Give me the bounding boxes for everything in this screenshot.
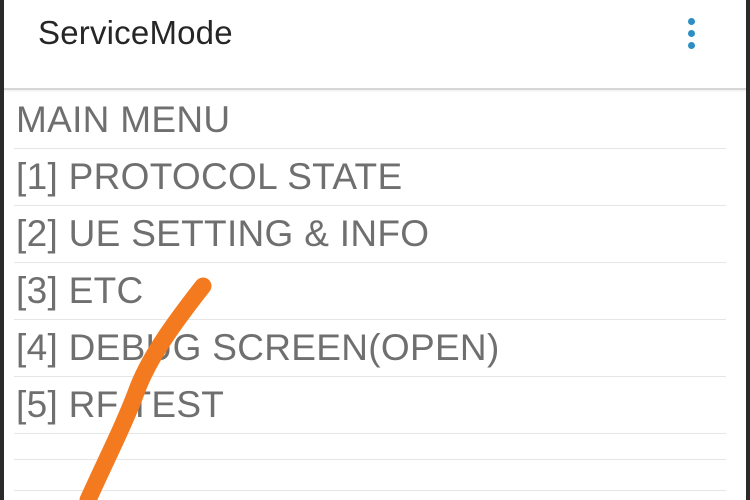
menu-item-protocol-state[interactable]: [1] PROTOCOL STATE: [14, 149, 726, 206]
divider: [14, 490, 726, 491]
menu-item-debug-screen[interactable]: [4] DEBUG SCREEN(OPEN): [14, 320, 726, 377]
menu-item-label: [2] UE SETTING & INFO: [16, 213, 430, 254]
main-menu-list: MAIN MENU [1] PROTOCOL STATE [2] UE SETT…: [14, 92, 726, 460]
menu-heading-label: MAIN MENU: [16, 99, 231, 140]
menu-dot: [688, 18, 695, 25]
menu-item-label: [5] RF TEST: [16, 384, 225, 425]
app-bar: ServiceMode: [4, 0, 746, 90]
menu-heading: MAIN MENU: [14, 92, 726, 149]
menu-item-etc[interactable]: [3] ETC: [14, 263, 726, 320]
more-vert-icon[interactable]: [672, 10, 712, 58]
menu-item-label: [4] DEBUG SCREEN(OPEN): [16, 327, 500, 368]
menu-dot: [688, 42, 695, 49]
menu-item-label: [1] PROTOCOL STATE: [16, 156, 403, 197]
menu-item-label: [3] ETC: [16, 270, 144, 311]
menu-empty-row: [14, 434, 726, 460]
menu-item-ue-setting-info[interactable]: [2] UE SETTING & INFO: [14, 206, 726, 263]
app-title: ServiceMode: [38, 14, 233, 51]
menu-item-rf-test[interactable]: [5] RF TEST: [14, 377, 726, 434]
menu-dot: [688, 30, 695, 37]
